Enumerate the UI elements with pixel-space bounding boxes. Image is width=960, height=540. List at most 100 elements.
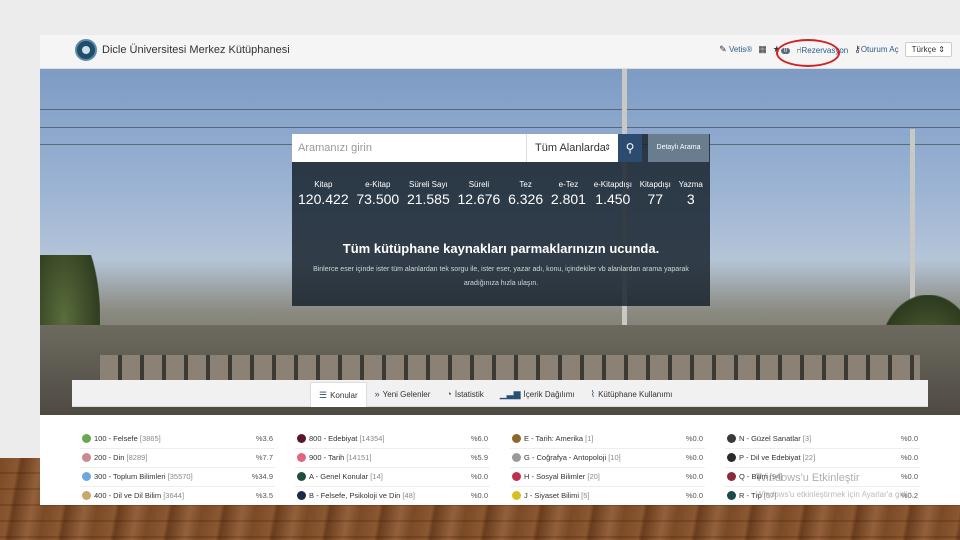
subject-percent: %34.9 bbox=[251, 472, 273, 481]
tab-4[interactable]: ▁▃▆ İçerik Dağılımı bbox=[492, 382, 583, 406]
subject-name: P - Dil ve Edebiyat [22] bbox=[739, 453, 816, 462]
subject-percent: %0.0 bbox=[900, 453, 918, 462]
color-dot-icon bbox=[82, 491, 91, 500]
stat-label: Tez bbox=[519, 180, 532, 189]
language-select[interactable]: Türkçe ⇕ bbox=[904, 42, 952, 57]
subject-count: [14151] bbox=[346, 453, 372, 462]
stat-label: Yazma bbox=[678, 180, 703, 189]
power-line bbox=[40, 127, 960, 128]
select-arrows-icon: ⇕ bbox=[604, 143, 611, 152]
subject-percent: %0.0 bbox=[900, 472, 918, 481]
stat-value: 21.585 bbox=[406, 191, 450, 207]
stat-value: 120.422 bbox=[298, 191, 349, 207]
search-button[interactable]: ⚲ bbox=[618, 134, 642, 162]
stat-item: e-Kitapdışı 1.450 bbox=[594, 180, 632, 207]
stat-value: 1.450 bbox=[595, 191, 631, 207]
subject-count: [10] bbox=[608, 453, 621, 462]
pie-icon: ◔ bbox=[446, 389, 452, 399]
subject-name: 200 - Din [8289] bbox=[94, 453, 148, 462]
scope-value: Tüm Alanlarda bbox=[535, 142, 606, 154]
subject-name: J - Siyaset Bilimi [5] bbox=[524, 491, 590, 500]
subject-item[interactable]: 400 - Dil ve Dil Bilim [3644] %3.5 bbox=[80, 487, 275, 505]
tab-5[interactable]: ⌇ Kütüphane Kullanımı bbox=[583, 382, 681, 406]
subject-column: 800 - Edebiyat [14354] %6.0 900 - Tarih [1… bbox=[295, 430, 490, 505]
stat-label: Süreli Sayı bbox=[409, 180, 448, 189]
color-dot-icon bbox=[297, 472, 306, 481]
subject-count: [22] bbox=[802, 453, 816, 462]
site-title[interactable]: Dicle Üniversitesi Merkez Kütüphanesi bbox=[102, 44, 290, 56]
stat-label: Kitap bbox=[314, 180, 333, 189]
stat-label: e-Kitapdışı bbox=[593, 180, 632, 189]
color-dot-icon bbox=[512, 434, 521, 443]
subject-name: A - Genel Konular [14] bbox=[309, 472, 383, 481]
vetis-link[interactable]: ✎ Vetis® bbox=[719, 44, 752, 55]
subject-percent: %3.6 bbox=[255, 434, 273, 443]
tab-label: Konular bbox=[330, 390, 358, 400]
subject-name: 300 - Toplum Bilimleri [35570] bbox=[94, 472, 193, 481]
tab-3[interactable]: ◔ İstatistik bbox=[438, 382, 491, 406]
subject-name: 400 - Dil ve Dil Bilim [3644] bbox=[94, 491, 185, 500]
advanced-search-button[interactable]: Detaylı Arama bbox=[648, 134, 709, 162]
subject-name: H - Sosyal Bilimler [20] bbox=[524, 472, 600, 481]
stats-row: Kitap 120.422 e-Kitap 73.500 Süreli Sayı 21.5… bbox=[298, 180, 703, 207]
tab-label: Yeni Gelenler bbox=[382, 389, 431, 399]
subject-count: [3644] bbox=[163, 491, 185, 500]
stat-label: Kitapdışı bbox=[639, 180, 671, 189]
stat-value: 2.801 bbox=[550, 191, 586, 207]
subject-item[interactable]: 800 - Edebiyat [14354] %6.0 bbox=[295, 430, 490, 449]
subject-name: 900 - Tarih [14151] bbox=[309, 453, 372, 462]
subject-count: [3865] bbox=[139, 434, 161, 443]
search-icon: ⚲ bbox=[625, 141, 635, 155]
subject-count: [14] bbox=[370, 472, 383, 481]
subject-column: 100 - Felsefe [3865] %3.6 200 - Din [8289]… bbox=[80, 430, 275, 505]
subject-item[interactable]: H - Sosyal Bilimler [20] %0.0 bbox=[510, 468, 705, 487]
search-scope-select[interactable]: Tüm Alanlarda ⇕ bbox=[526, 134, 618, 162]
color-dot-icon bbox=[727, 434, 736, 443]
stat-item: Yazma 3 bbox=[679, 180, 703, 207]
activation-watermark-title: Windows'u Etkinleştir bbox=[756, 472, 860, 484]
subject-percent: %6.0 bbox=[470, 434, 488, 443]
subject-item[interactable]: 300 - Toplum Bilimleri [35570] %34.9 bbox=[80, 468, 275, 487]
subject-count: [8289] bbox=[126, 453, 148, 462]
subject-item[interactable]: 900 - Tarih [14151] %5.9 bbox=[295, 449, 490, 468]
search-input[interactable]: Aramanızı girin bbox=[292, 134, 529, 162]
activation-watermark-text: Windows'u etkinleştirmek için Ayarlar'a … bbox=[756, 490, 915, 499]
bars-icon: ▁▃▆ bbox=[499, 388, 521, 399]
subject-percent: %3.5 bbox=[255, 491, 273, 500]
tabs: ☰ Konular» Yeni Gelenler ◔ İstatistik ▁▃▆ İçer… bbox=[310, 382, 680, 407]
list-icon: ☰ bbox=[319, 389, 328, 400]
vetis-label: Vetis® bbox=[728, 45, 753, 54]
subject-name: N - Güzel Sanatlar [3] bbox=[739, 434, 812, 443]
color-dot-icon bbox=[297, 453, 306, 462]
stat-value: 3 bbox=[686, 191, 695, 207]
subject-item[interactable]: B - Felsefe, Psikoloji ve Din [48] %0.0 bbox=[295, 487, 490, 505]
subject-count: [20] bbox=[587, 472, 600, 481]
hero-description: Binlerce eser içinde ister tüm alanlarda… bbox=[313, 266, 689, 287]
tab-1[interactable]: ☰ Konular bbox=[310, 382, 367, 407]
subject-item[interactable]: 100 - Felsefe [3865] %3.6 bbox=[80, 430, 275, 449]
subject-item[interactable]: A - Genel Konular [14] %0.0 bbox=[295, 468, 490, 487]
calendar-icon[interactable]: ▦ bbox=[758, 44, 767, 55]
edit-icon: ✎ bbox=[719, 44, 727, 54]
subject-item[interactable]: J - Siyaset Bilimi [5] %0.0 bbox=[510, 487, 705, 505]
tab-2[interactable]: » Yeni Gelenler bbox=[367, 382, 439, 406]
subject-item[interactable]: N - Güzel Sanatlar [3] %0.0 bbox=[725, 430, 920, 449]
subject-item[interactable]: E - Tarih: Amerika [1] %0.0 bbox=[510, 430, 705, 449]
login-link[interactable]: ⚷Oturum Aç bbox=[854, 44, 898, 55]
subject-percent: %5.9 bbox=[470, 453, 488, 462]
line-chart-icon: ⌇ bbox=[590, 388, 596, 399]
subject-percent: %0.0 bbox=[470, 472, 488, 481]
university-logo-icon[interactable] bbox=[75, 39, 97, 61]
stat-label: Süreli bbox=[468, 180, 490, 189]
stat-value: 73.500 bbox=[356, 191, 400, 207]
subject-item[interactable]: P - Dil ve Edebiyat [22] %0.0 bbox=[725, 449, 920, 468]
subject-count: [35570] bbox=[167, 472, 193, 481]
subject-item[interactable]: 200 - Din [8289] %7.7 bbox=[80, 449, 275, 468]
subject-item[interactable]: G - Coğrafya - Antopoloji [10] %0.0 bbox=[510, 449, 705, 468]
stat-label: e-Kitap bbox=[365, 180, 391, 189]
stat-item: Süreli Sayı 21.585 bbox=[407, 180, 450, 207]
subject-name: B - Felsefe, Psikoloji ve Din [48] bbox=[309, 491, 415, 500]
color-dot-icon bbox=[297, 434, 306, 443]
stat-item: Kitap 120.422 bbox=[298, 180, 349, 207]
stat-item: e-Kitap 73.500 bbox=[356, 180, 399, 207]
